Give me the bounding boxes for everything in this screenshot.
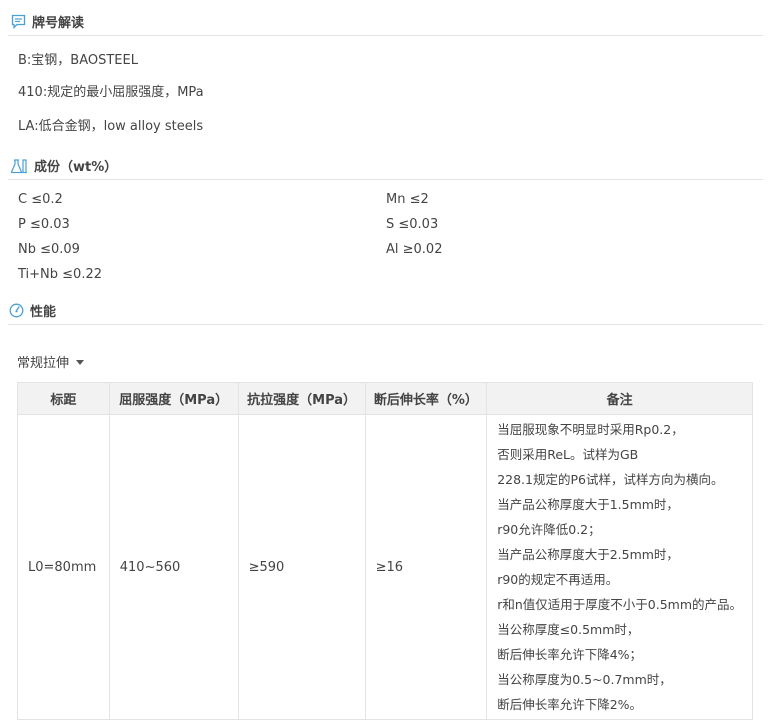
note-line: 当产品公称厚度大于1.5mm时， (497, 497, 679, 512)
cell-elongation: ≥16 (364, 414, 488, 720)
designation-line: 410:规定的最小屈服强度，MPa (18, 85, 204, 100)
caret-down-icon (76, 360, 85, 365)
flask-icon (10, 158, 28, 174)
designation-title: 牌号解读 (32, 16, 85, 31)
designation-line: B:宝钢，BAOSTEEL (18, 53, 138, 68)
cell-tensile: ≥590 (237, 414, 366, 720)
properties-section-header: 性能 (8, 297, 763, 325)
composition-item-c: C ≤0.2 (18, 192, 63, 207)
cell-notes: 当屈服现象不明显时采用Rp0.2， 否则采用ReL。试样为GB 228.1规定的… (486, 414, 753, 720)
designation-section-header: 牌号解读 (8, 8, 763, 36)
composition-item-s: S ≤0.03 (386, 217, 439, 232)
note-line: 断后伸长率允许下降2%。 (497, 697, 643, 712)
cell-yield: 410~560 (108, 414, 239, 720)
designation-line: LA:低合金钢，low alloy steels (18, 119, 204, 134)
table-header-row: 标距 屈服强度（MPa） 抗拉强度（MPa） 断后伸长率（%） 备注 (17, 382, 753, 415)
note-line: 当产品公称厚度大于2.5mm时， (497, 547, 679, 562)
note-line: r90的规定不再适用。 (497, 572, 619, 587)
note-line: 断后伸长率允许下降4%； (497, 647, 643, 662)
note-line: 当屈服现象不明显时采用Rp0.2， (497, 422, 684, 437)
cell-gauge: L0=80mm (17, 414, 110, 720)
column-header-yield: 屈服强度（MPa） (108, 382, 239, 415)
column-header-elongation: 断后伸长率（%） (364, 382, 488, 415)
composition-item-tinb: Ti+Nb ≤0.22 (18, 267, 102, 282)
composition-item-al: Al ≥0.02 (386, 242, 443, 257)
composition-item-mn: Mn ≤2 (386, 192, 429, 207)
composition-item-nb: Nb ≤0.09 (18, 242, 80, 257)
properties-title: 性能 (30, 305, 57, 320)
column-header-notes: 备注 (486, 382, 753, 415)
column-header-gauge: 标距 (17, 382, 110, 415)
column-header-tensile: 抗拉强度（MPa） (237, 382, 366, 415)
composition-title: 成份（wt%） (34, 160, 118, 175)
properties-table: 标距 屈服强度（MPa） 抗拉强度（MPa） 断后伸长率（%） 备注 L0=80… (17, 382, 753, 720)
composition-section-header: 成份（wt%） (8, 152, 763, 180)
test-type-dropdown[interactable]: 常规拉伸 (17, 352, 85, 371)
test-type-value: 常规拉伸 (17, 356, 70, 371)
note-line: 当公称厚度为0.5~0.7mm时， (497, 672, 672, 687)
table-row: L0=80mm 410~560 ≥590 ≥16 当屈服现象不明显时采用Rp0.… (17, 414, 753, 720)
composition-item-p: P ≤0.03 (18, 217, 70, 232)
comment-icon (11, 14, 26, 29)
gauge-icon (9, 303, 24, 318)
note-line: 228.1规定的P6试样，试样方向为横向。 (497, 472, 724, 487)
note-line: 否则采用ReL。试样为GB (497, 447, 639, 462)
note-line: 当公称厚度≤0.5mm时， (497, 622, 640, 637)
note-line: r和n值仅适用于厚度不小于0.5mm的产品。 (497, 597, 742, 612)
note-line: r90允许降低0.2； (497, 522, 601, 537)
